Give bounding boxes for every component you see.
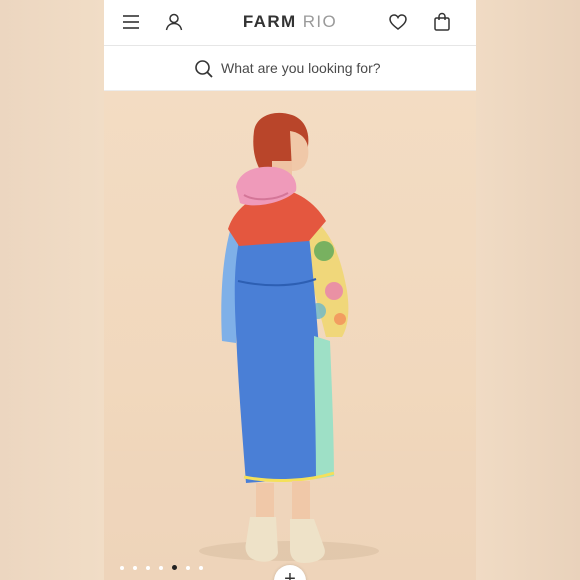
pagination-dot[interactable] <box>133 565 137 570</box>
heart-icon[interactable] <box>387 11 409 33</box>
brand-name-primary: FARM <box>242 12 297 31</box>
model-figure <box>104 112 476 580</box>
pagination-dot[interactable] <box>159 565 163 570</box>
search-placeholder: What are you looking for? <box>221 60 381 76</box>
pagination-dot-active[interactable] <box>172 565 177 571</box>
bag-icon[interactable] <box>431 11 453 33</box>
pagination-dot[interactable] <box>186 565 190 570</box>
search-bar[interactable]: What are you looking for? <box>104 46 476 91</box>
pagination-dot[interactable] <box>120 565 124 570</box>
plus-icon: + <box>284 568 296 580</box>
search-icon <box>195 60 213 78</box>
pagination-dot[interactable] <box>199 565 203 570</box>
pagination-dot[interactable] <box>146 565 150 570</box>
brand-name-secondary: RIO <box>302 12 338 31</box>
brand-logo[interactable]: FARM RIO <box>104 12 476 32</box>
site-header: FARM RIO <box>104 0 476 46</box>
product-image[interactable] <box>104 91 476 580</box>
mobile-screen: FARM RIO What are you looking for? + <box>104 0 476 580</box>
